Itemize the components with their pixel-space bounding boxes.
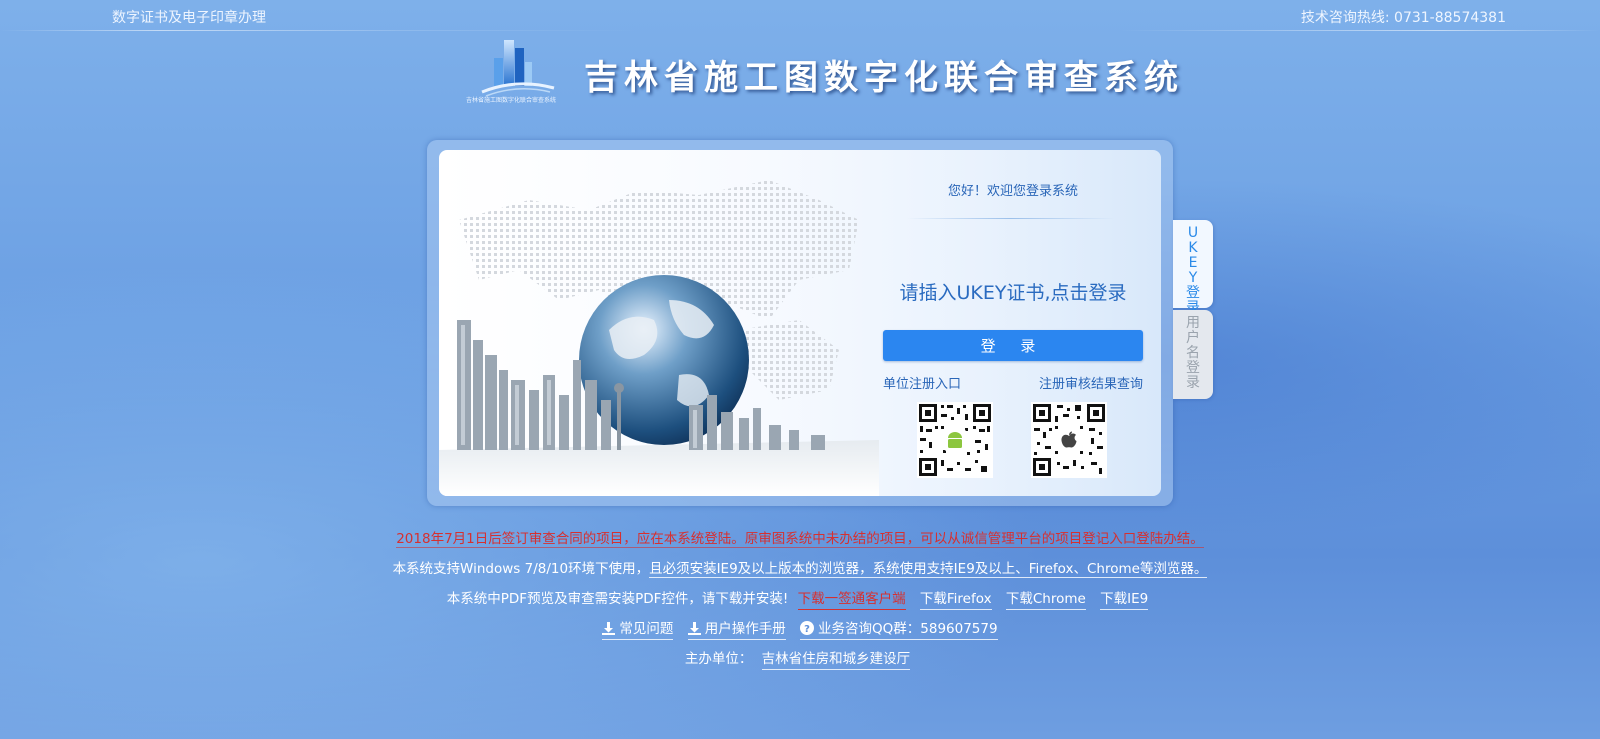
login-button[interactable]: 登 录 — [883, 330, 1143, 361]
android-icon — [944, 429, 966, 451]
ukey-prompt: 请插入UKEY证书,点击登录 — [899, 282, 1127, 304]
tab-username-login[interactable]: 用户名登录 — [1173, 310, 1213, 399]
apple-icon — [1058, 429, 1080, 451]
login-card: 您好！欢迎您登录系统 请插入UKEY证书,点击登录 登 录 单位注册入口 注册审… — [439, 150, 1161, 496]
tab-ukey-login[interactable]: UKEY登录 — [1173, 220, 1213, 316]
header-divider — [0, 30, 1600, 31]
login-panel: 您好！欢迎您登录系统 请插入UKEY证书,点击登录 登 录 单位注册入口 注册审… — [883, 150, 1161, 496]
project-notice: 2018年7月1日后签订审查合同的项目，应在本系统登陆。原审图系统中未办结的项目… — [396, 531, 1204, 548]
svg-text:?: ? — [804, 624, 810, 635]
download-chrome-link[interactable]: 下载Chrome — [1005, 591, 1086, 610]
help-links: 常见问题 用户操作手册 ? 业务咨询QQ群：589607579 — [0, 617, 1600, 640]
system-title: 吉林省施工图数字化联合审查系统 — [584, 58, 1184, 98]
host-organization-link[interactable]: 吉林省住房和城乡建设厅 — [761, 651, 911, 670]
question-circle-icon: ? — [800, 621, 815, 635]
download-icon — [602, 622, 616, 635]
unit-register-link[interactable]: 单位注册入口 — [883, 373, 961, 392]
logo-building-icon — [481, 40, 555, 97]
welcome-divider — [907, 218, 1115, 219]
ios-app-qr-code[interactable] — [1031, 402, 1107, 478]
android-app-qr-code[interactable] — [917, 402, 993, 478]
download-firefox-link[interactable]: 下载Firefox — [919, 591, 992, 610]
host-organization: 主办单位： 吉林省住房和城乡建设厅 — [0, 647, 1600, 670]
faq-link[interactable]: 常见问题 — [602, 621, 674, 640]
welcome-text: 您好！欢迎您登录系统 — [947, 184, 1078, 199]
user-manual-link[interactable]: 用户操作手册 — [687, 621, 786, 640]
browser-support-notice: 本系统支持Windows 7/8/10环境下使用，且必须安装IE9及以上版本的浏… — [392, 561, 1208, 578]
logo-caption: 吉林省施工图数字化联合审查系统 — [466, 97, 557, 104]
download-icon — [687, 622, 701, 635]
globe-city-illustration — [439, 180, 879, 496]
pdf-plugin-notice: 本系统中PDF预览及审查需安装PDF控件，请下载并安装! 下载一签通客户端 下载… — [0, 587, 1600, 610]
support-hotline: 技术咨询热线: 0731-88574381 — [1300, 10, 1506, 26]
login-mode-tabs: UKEY登录 用户名登录 — [1173, 220, 1213, 400]
register-result-query-link[interactable]: 注册审核结果查询 — [1039, 373, 1143, 392]
download-ie9-link[interactable]: 下载IE9 — [1100, 591, 1149, 610]
download-client-link[interactable]: 下载一签通客户端 — [797, 591, 906, 610]
qq-group-link[interactable]: ? 业务咨询QQ群：589607579 — [800, 621, 998, 640]
certificate-seal-link[interactable]: 数字证书及电子印章办理 — [112, 7, 266, 27]
